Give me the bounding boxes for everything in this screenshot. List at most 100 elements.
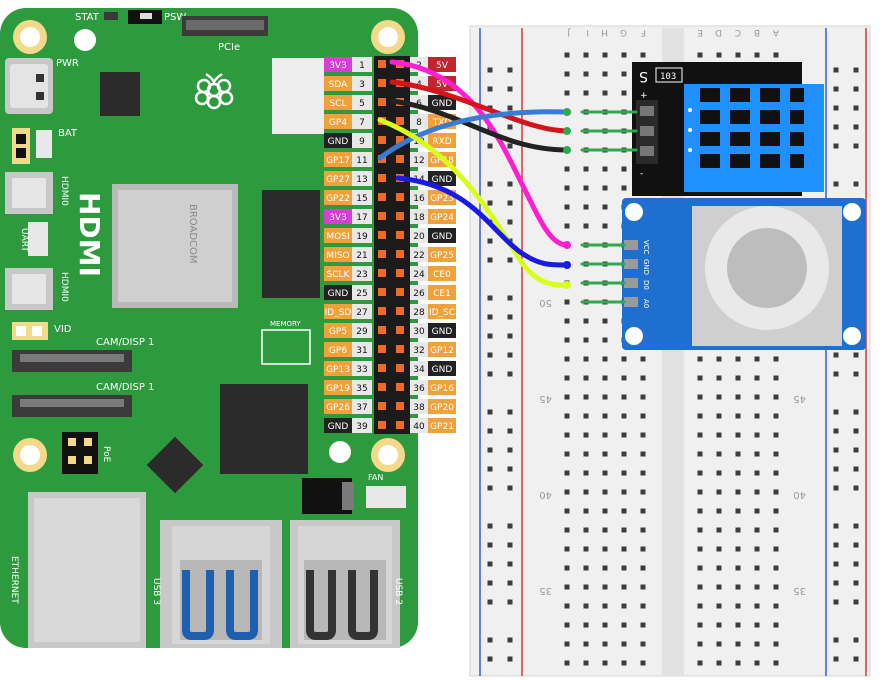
gpio-left-num: 3 <box>359 80 365 90</box>
breadboard-hole <box>583 489 589 495</box>
breadboard-hole <box>735 584 741 590</box>
breadboard-hole <box>583 375 589 381</box>
gpio-left-num: 19 <box>356 232 368 242</box>
hdmi1-label: HDMI0 <box>59 176 69 206</box>
gpio-pin <box>396 383 404 391</box>
gpio-left-num: 23 <box>356 270 367 280</box>
rail-hole <box>833 561 839 567</box>
breadboard-hole <box>602 204 608 210</box>
rail-hole <box>487 466 493 472</box>
gpio-right-name: 5V <box>436 61 449 71</box>
breadboard-hole <box>621 451 627 457</box>
rail-hole <box>507 523 513 529</box>
rail-hole <box>487 86 493 92</box>
gpio-right-name: GND <box>432 365 453 375</box>
breadboard-row-number: 35 <box>793 585 806 596</box>
rail-hole <box>507 371 513 377</box>
hdmi0-label: HDMI0 <box>59 272 69 302</box>
gpio-right-name: GP24 <box>430 213 454 223</box>
rail-hole <box>487 314 493 320</box>
breadboard-hole <box>621 584 627 590</box>
gpio-left-name: ID_SD <box>325 308 352 318</box>
breadboard-hole <box>564 356 570 362</box>
gpio-pin <box>396 269 404 277</box>
rail-hole <box>507 86 513 92</box>
rail-hole <box>487 428 493 434</box>
gpio-right-num: 18 <box>413 213 425 223</box>
gpio-right-name: GND <box>432 232 453 242</box>
gpio-left-num: 25 <box>356 289 367 299</box>
breadboard-hole <box>640 413 646 419</box>
joystick-pin-a0: A0 <box>642 299 650 308</box>
rail-hole <box>853 542 859 548</box>
gpio-pin <box>378 288 386 296</box>
breadboard-hole <box>773 641 779 647</box>
breadboard-hole <box>697 470 703 476</box>
gpio-left-num: 7 <box>359 118 365 128</box>
gpio-pin <box>378 402 386 410</box>
breadboard-hole <box>735 527 741 533</box>
rail-hole <box>833 86 839 92</box>
breadboard-hole <box>564 660 570 666</box>
breadboard-hole <box>640 356 646 362</box>
bat-label: BAT <box>58 128 78 139</box>
breadboard-hole <box>583 318 589 324</box>
dht-minus-mark: - <box>640 169 643 179</box>
gpio-pin <box>378 345 386 353</box>
breadboard-hole <box>640 527 646 533</box>
rail-hole <box>853 409 859 415</box>
rail-hole <box>487 181 493 187</box>
gpio-right-name: GND <box>432 327 453 337</box>
breadboard-column-letter: J <box>567 27 571 37</box>
gpio-left-num: 9 <box>359 137 365 147</box>
breadboard-hole <box>716 375 722 381</box>
breadboard-column-letter: E <box>697 27 703 37</box>
breadboard-hole <box>640 451 646 457</box>
breadboard-hole <box>583 641 589 647</box>
breadboard-hole <box>583 413 589 419</box>
wiring-diagram: STAT PSW PCIe PWR BAT HDMI0 UART HDMI0 H… <box>0 8 871 677</box>
breadboard-hole <box>773 508 779 514</box>
breadboard-hole <box>621 565 627 571</box>
gpio-pin <box>378 212 386 220</box>
breadboard-hole <box>583 660 589 666</box>
breadboard-hole <box>735 432 741 438</box>
gpio-pin <box>378 60 386 68</box>
breadboard-column-letter: H <box>601 27 608 37</box>
breadboard-hole <box>754 546 760 552</box>
breadboard-hole <box>716 527 722 533</box>
breadboard-row-number: 40 <box>793 489 806 500</box>
pcie-label: PCIe <box>218 42 240 53</box>
breadboard-hole <box>773 356 779 362</box>
gpio-right-num: 30 <box>413 327 425 337</box>
breadboard-hole <box>602 413 608 419</box>
breadboard-row-number: 45 <box>793 393 806 404</box>
gpio-left-name: GP19 <box>326 384 350 394</box>
rail-hole <box>487 561 493 567</box>
breadboard-hole <box>640 489 646 495</box>
gpio-left-name: GND <box>328 422 349 432</box>
breadboard-hole <box>564 565 570 571</box>
gpio-pin <box>378 193 386 201</box>
breadboard-hole <box>602 375 608 381</box>
vid-label: VID <box>54 324 72 335</box>
breadboard-hole <box>564 622 570 628</box>
gpio-left-num: 21 <box>356 251 367 261</box>
breadboard-hole <box>564 185 570 191</box>
usb2-port <box>290 520 400 648</box>
gpio-left-name: GP17 <box>326 156 350 166</box>
stat-led <box>104 12 118 20</box>
breadboard-hole <box>697 394 703 400</box>
breadboard-hole <box>564 375 570 381</box>
pwr-label: PWR <box>56 58 79 69</box>
dht-chip-label: 103 <box>660 72 676 82</box>
rail-hole <box>833 352 839 358</box>
breadboard-hole <box>773 565 779 571</box>
gpio-left-name: SDA <box>329 80 348 90</box>
hdmi-big-label: HDMI <box>73 192 106 277</box>
gpio-left-num: 17 <box>356 213 367 223</box>
breadboard-hole <box>697 413 703 419</box>
rail-hole <box>853 143 859 149</box>
breadboard-hole <box>564 337 570 343</box>
breadboard-hole <box>773 432 779 438</box>
